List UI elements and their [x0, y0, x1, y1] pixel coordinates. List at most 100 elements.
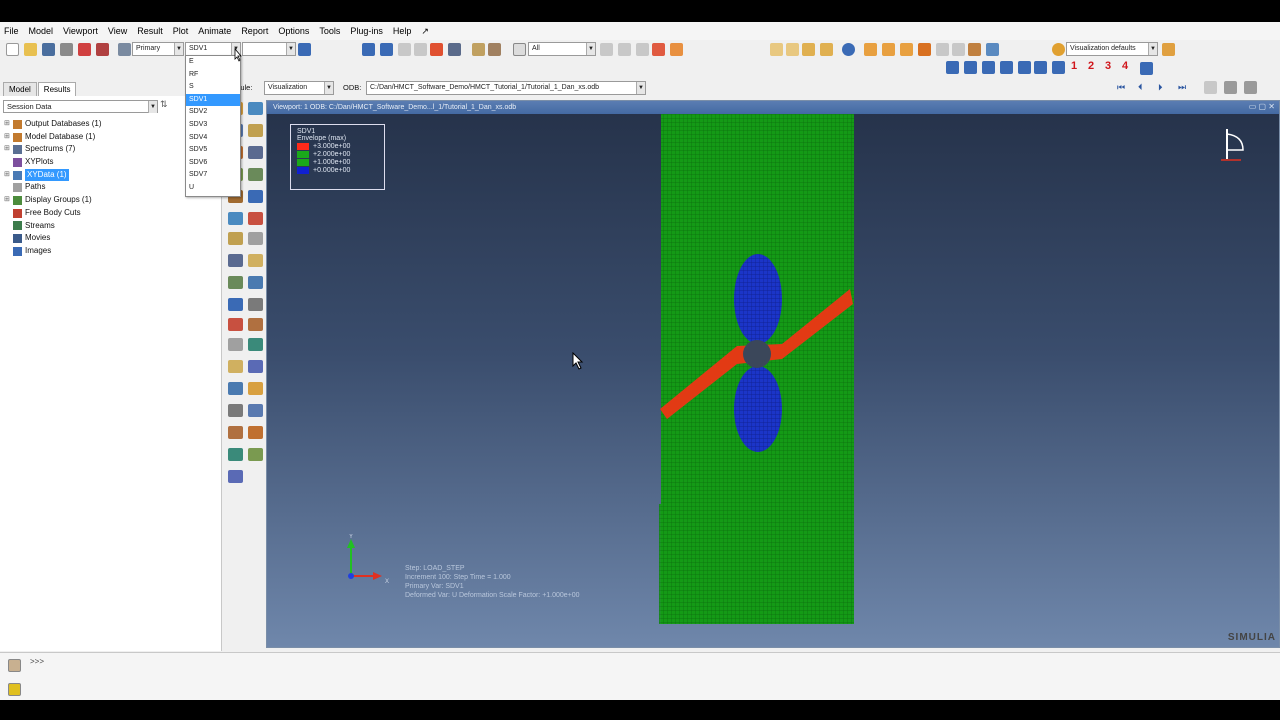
- view-manipulation-compass[interactable]: [1217, 124, 1257, 174]
- free-body-icon[interactable]: [228, 276, 243, 289]
- color-code-icon[interactable]: [670, 43, 683, 56]
- variable-combo[interactable]: SDV1 ▼: [185, 42, 241, 56]
- snapshot-icon[interactable]: [1204, 81, 1217, 94]
- primary-combo[interactable]: Primary ▼: [132, 42, 184, 56]
- next-frame-icon[interactable]: ⏵: [1158, 82, 1163, 93]
- perspective-icon[interactable]: [448, 43, 461, 56]
- layers-icon[interactable]: [1162, 43, 1175, 56]
- view-front-icon[interactable]: [770, 43, 783, 56]
- tab-model[interactable]: Model: [3, 82, 37, 96]
- stream-icon[interactable]: [228, 338, 243, 351]
- dropdown-option[interactable]: RF: [186, 69, 240, 82]
- pan-icon[interactable]: [362, 43, 375, 56]
- visualization-defaults-combo[interactable]: Visualization defaults ▼: [1066, 42, 1158, 56]
- path-icon[interactable]: [228, 254, 243, 267]
- contour-tool-icon[interactable]: [248, 360, 263, 373]
- dropdown-option[interactable]: SDV4: [186, 132, 240, 145]
- first-frame-icon[interactable]: ⏮: [1117, 82, 1125, 93]
- view-axis-icon[interactable]: [946, 61, 959, 74]
- tree-item[interactable]: ⊞ Model Database (1): [4, 131, 101, 144]
- view-axis-icon[interactable]: [1000, 61, 1013, 74]
- view-iso-icon[interactable]: [820, 43, 833, 56]
- menu-item-model[interactable]: Model: [29, 26, 54, 36]
- chevron-down-icon[interactable]: ▼: [1148, 43, 1157, 55]
- select-toggle-icon[interactable]: [600, 43, 613, 56]
- new-icon[interactable]: [6, 43, 19, 56]
- highlight-icon[interactable]: [636, 43, 649, 56]
- view-axis-icon[interactable]: [1034, 61, 1047, 74]
- view-1-button[interactable]: 1: [1071, 60, 1077, 72]
- chevron-down-icon[interactable]: ▼: [586, 43, 595, 55]
- menu-item-file[interactable]: File: [4, 26, 19, 36]
- tree-icon[interactable]: [968, 43, 981, 56]
- view-back-icon[interactable]: [786, 43, 799, 56]
- probe-icon[interactable]: [228, 318, 243, 331]
- field-output-tool-icon[interactable]: [248, 338, 263, 351]
- query-icon[interactable]: [228, 404, 243, 417]
- menu-item-help[interactable]: Help: [393, 26, 412, 36]
- session-data-combo[interactable]: Session Data ▼: [3, 100, 158, 113]
- display-group-icon[interactable]: [652, 43, 665, 56]
- path-icon[interactable]: [248, 102, 263, 115]
- dropdown-option[interactable]: SDV6: [186, 157, 240, 170]
- view-cut-icon[interactable]: [248, 232, 263, 245]
- viewport-window-controls[interactable]: ▭ ▢ ✕: [1249, 102, 1275, 111]
- expand-icon[interactable]: ⊞: [4, 131, 13, 144]
- print-icon[interactable]: [60, 43, 73, 56]
- view-3-button[interactable]: 3: [1105, 60, 1111, 72]
- stream-icon[interactable]: [248, 190, 263, 203]
- dropdown-option[interactable]: SDV5: [186, 144, 240, 157]
- menu-item-tools[interactable]: Tools: [319, 26, 340, 36]
- tree-item[interactable]: Paths: [4, 181, 101, 194]
- view-axis-icon[interactable]: [982, 61, 995, 74]
- field-output-icon[interactable]: [118, 43, 131, 56]
- tree-item[interactable]: Streams: [4, 220, 101, 233]
- options-icon[interactable]: [248, 318, 263, 331]
- display-group-icon[interactable]: [248, 298, 263, 311]
- tree-item[interactable]: ⊞ Output Databases (1): [4, 118, 101, 131]
- save-icon[interactable]: [42, 43, 55, 56]
- expand-icon[interactable]: ⊞: [4, 194, 13, 207]
- palette-icon[interactable]: [1052, 43, 1065, 56]
- dropdown-option[interactable]: S: [186, 81, 240, 94]
- expand-icon[interactable]: ⊞: [4, 169, 13, 182]
- material-orientation-icon[interactable]: [228, 426, 243, 439]
- light-icon[interactable]: [918, 43, 931, 56]
- material-orientation-icon[interactable]: [248, 276, 263, 289]
- odb-display-icon[interactable]: [228, 212, 243, 225]
- tab-results[interactable]: Results: [37, 82, 77, 96]
- last-frame-icon[interactable]: ⏭: [1178, 82, 1186, 93]
- rotate-icon[interactable]: [380, 43, 393, 56]
- redo-icon[interactable]: [952, 43, 965, 56]
- chevron-down-icon[interactable]: ▼: [286, 43, 295, 55]
- view-iso-axis-icon[interactable]: [1052, 61, 1065, 74]
- menu-item-options[interactable]: Options: [278, 26, 309, 36]
- probe-icon[interactable]: [248, 168, 263, 181]
- undo-icon[interactable]: [936, 43, 949, 56]
- chevron-down-icon[interactable]: ▼: [324, 82, 333, 94]
- display-group-icon[interactable]: [228, 448, 243, 461]
- common-options-icon[interactable]: [248, 426, 263, 439]
- custom-view-icon[interactable]: [1140, 62, 1153, 75]
- render-icon[interactable]: [864, 43, 877, 56]
- tree-item[interactable]: Images: [4, 245, 101, 258]
- export-icon[interactable]: [78, 43, 91, 56]
- component-combo[interactable]: ▼: [242, 42, 296, 56]
- symbol-tool-icon[interactable]: [248, 404, 263, 417]
- dropdown-option[interactable]: U: [186, 182, 240, 195]
- report-icon[interactable]: [228, 298, 243, 311]
- tree-item[interactable]: ⊞ Spectrums (7): [4, 143, 101, 156]
- dropdown-option[interactable]: SDV2: [186, 106, 240, 119]
- view-4-button[interactable]: 4: [1122, 60, 1128, 72]
- dropdown-option[interactable]: SDV3: [186, 119, 240, 132]
- dropdown-option[interactable]: SDV1: [186, 93, 240, 107]
- tree-item[interactable]: XYPlots: [4, 156, 101, 169]
- select-icon[interactable]: [618, 43, 631, 56]
- expand-icon[interactable]: ⊞: [4, 118, 13, 131]
- dropdown-option[interactable]: SDV7: [186, 169, 240, 182]
- module-combo[interactable]: Visualization ▼: [264, 81, 334, 95]
- magnify-icon[interactable]: [398, 43, 411, 56]
- view-top-icon[interactable]: [802, 43, 815, 56]
- view-axis-icon[interactable]: [964, 61, 977, 74]
- zoom-box-icon[interactable]: [414, 43, 427, 56]
